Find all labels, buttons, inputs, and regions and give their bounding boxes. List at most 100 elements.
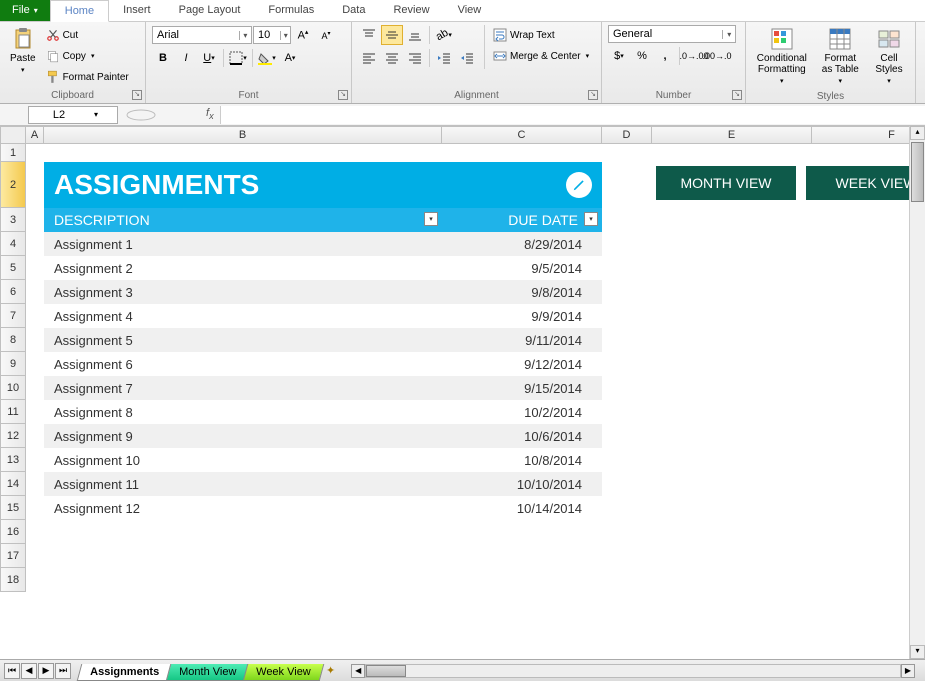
cell-due-date[interactable]: 10/10/2014: [442, 472, 602, 496]
row-header-13[interactable]: 13: [0, 448, 26, 472]
chevron-down-icon[interactable]: ▾: [89, 110, 103, 119]
scroll-right-button[interactable]: ▶: [901, 664, 915, 678]
tab-data[interactable]: Data: [328, 0, 379, 21]
select-all-cell[interactable]: [0, 126, 26, 144]
decrease-indent-button[interactable]: [433, 48, 455, 68]
tab-insert[interactable]: Insert: [109, 0, 165, 21]
scroll-left-button[interactable]: ◀: [351, 664, 365, 678]
tab-review[interactable]: Review: [379, 0, 443, 21]
clipboard-dialog-launcher[interactable]: ↘: [132, 90, 142, 100]
font-size-input[interactable]: [254, 29, 280, 41]
italic-button[interactable]: I: [175, 48, 197, 68]
nav-first-button[interactable]: ⏮: [4, 663, 20, 679]
underline-button[interactable]: U▾: [198, 48, 220, 68]
scroll-up-button[interactable]: ▴: [910, 126, 925, 140]
scroll-track[interactable]: [365, 664, 901, 678]
number-dialog-launcher[interactable]: ↘: [732, 90, 742, 100]
table-row[interactable]: Assignment 59/11/2014: [44, 328, 602, 352]
cell-description[interactable]: Assignment 5: [44, 328, 442, 352]
worksheet-grid[interactable]: ABCDEF 123456789101112131415161718 ASSIG…: [0, 126, 925, 656]
cell-due-date[interactable]: 10/6/2014: [442, 424, 602, 448]
row-header-10[interactable]: 10: [0, 376, 26, 400]
table-row[interactable]: Assignment 18/29/2014: [44, 232, 602, 256]
border-button[interactable]: ▾: [227, 48, 249, 68]
cell-due-date[interactable]: 10/14/2014: [442, 496, 602, 520]
comma-button[interactable]: ,: [654, 46, 676, 66]
row-header-9[interactable]: 9: [0, 352, 26, 376]
row-header-12[interactable]: 12: [0, 424, 26, 448]
orientation-button[interactable]: ab▾: [433, 25, 455, 45]
table-row[interactable]: Assignment 69/12/2014: [44, 352, 602, 376]
filter-button-due[interactable]: ▾: [584, 212, 598, 226]
scroll-thumb[interactable]: [911, 142, 924, 202]
row-header-15[interactable]: 15: [0, 496, 26, 520]
sheet-tab-week-view[interactable]: Week View: [243, 664, 324, 681]
row-header-16[interactable]: 16: [0, 520, 26, 544]
align-top-button[interactable]: [358, 25, 380, 45]
cell-description[interactable]: Assignment 4: [44, 304, 442, 328]
week-view-button[interactable]: WEEK VIEW: [806, 166, 925, 200]
file-tab[interactable]: File ▾: [0, 0, 50, 21]
cell-description[interactable]: Assignment 6: [44, 352, 442, 376]
cell-description[interactable]: Assignment 1: [44, 232, 442, 256]
tab-home[interactable]: Home: [50, 0, 109, 22]
horizontal-scrollbar[interactable]: ◀ ▶: [351, 664, 915, 678]
row-header-11[interactable]: 11: [0, 400, 26, 424]
tab-view[interactable]: View: [444, 0, 496, 21]
align-middle-button[interactable]: [381, 25, 403, 45]
cell-due-date[interactable]: 9/8/2014: [442, 280, 602, 304]
cell-due-date[interactable]: 9/11/2014: [442, 328, 602, 352]
row-header-17[interactable]: 17: [0, 544, 26, 568]
copy-button[interactable]: Copy▾: [44, 46, 131, 66]
table-row[interactable]: Assignment 1010/8/2014: [44, 448, 602, 472]
paste-button[interactable]: Paste▾: [6, 25, 40, 78]
decrease-decimal-button[interactable]: .00→.0: [706, 46, 728, 66]
cell-description[interactable]: Assignment 9: [44, 424, 442, 448]
cell-due-date[interactable]: 9/9/2014: [442, 304, 602, 328]
table-row[interactable]: Assignment 910/6/2014: [44, 424, 602, 448]
column-header-A[interactable]: A: [26, 126, 44, 144]
chevron-down-icon[interactable]: ▾: [722, 30, 735, 39]
number-format-combo[interactable]: ▾: [608, 25, 736, 43]
align-left-button[interactable]: [358, 48, 380, 68]
chevron-down-icon[interactable]: ▾: [239, 31, 251, 40]
font-size-combo[interactable]: ▾: [253, 26, 291, 44]
table-row[interactable]: Assignment 29/5/2014: [44, 256, 602, 280]
row-header-3[interactable]: 3: [0, 208, 26, 232]
align-bottom-button[interactable]: [404, 25, 426, 45]
column-header-D[interactable]: D: [602, 126, 652, 144]
month-view-button[interactable]: MONTH VIEW: [656, 166, 796, 200]
name-box-input[interactable]: [29, 109, 89, 121]
cell-due-date[interactable]: 8/29/2014: [442, 232, 602, 256]
bold-button[interactable]: B: [152, 48, 174, 68]
table-row[interactable]: Assignment 1210/14/2014: [44, 496, 602, 520]
cell-description[interactable]: Assignment 10: [44, 448, 442, 472]
cell-description[interactable]: Assignment 2: [44, 256, 442, 280]
nav-next-button[interactable]: ▶: [38, 663, 54, 679]
table-row[interactable]: Assignment 49/9/2014: [44, 304, 602, 328]
tab-formulas[interactable]: Formulas: [254, 0, 328, 21]
cell-due-date[interactable]: 9/12/2014: [442, 352, 602, 376]
row-header-18[interactable]: 18: [0, 568, 26, 592]
table-row[interactable]: Assignment 79/15/2014: [44, 376, 602, 400]
font-name-input[interactable]: [153, 29, 239, 41]
table-row[interactable]: Assignment 810/2/2014: [44, 400, 602, 424]
fill-color-button[interactable]: ▾: [256, 48, 278, 68]
cell-due-date[interactable]: 9/5/2014: [442, 256, 602, 280]
vertical-scrollbar[interactable]: ▴ ▾: [909, 126, 925, 659]
row-header-4[interactable]: 4: [0, 232, 26, 256]
cell-due-date[interactable]: 10/8/2014: [442, 448, 602, 472]
decrease-font-button[interactable]: A▾: [315, 25, 337, 45]
column-header-E[interactable]: E: [652, 126, 812, 144]
row-header-7[interactable]: 7: [0, 304, 26, 328]
row-header-8[interactable]: 8: [0, 328, 26, 352]
increase-indent-button[interactable]: [456, 48, 478, 68]
cut-button[interactable]: Cut: [44, 25, 131, 45]
percent-button[interactable]: %: [631, 46, 653, 66]
row-header-1[interactable]: 1: [0, 144, 26, 162]
cell-description[interactable]: Assignment 12: [44, 496, 442, 520]
align-center-button[interactable]: [381, 48, 403, 68]
column-header-B[interactable]: B: [44, 126, 442, 144]
row-header-5[interactable]: 5: [0, 256, 26, 280]
scroll-thumb[interactable]: [366, 665, 406, 677]
